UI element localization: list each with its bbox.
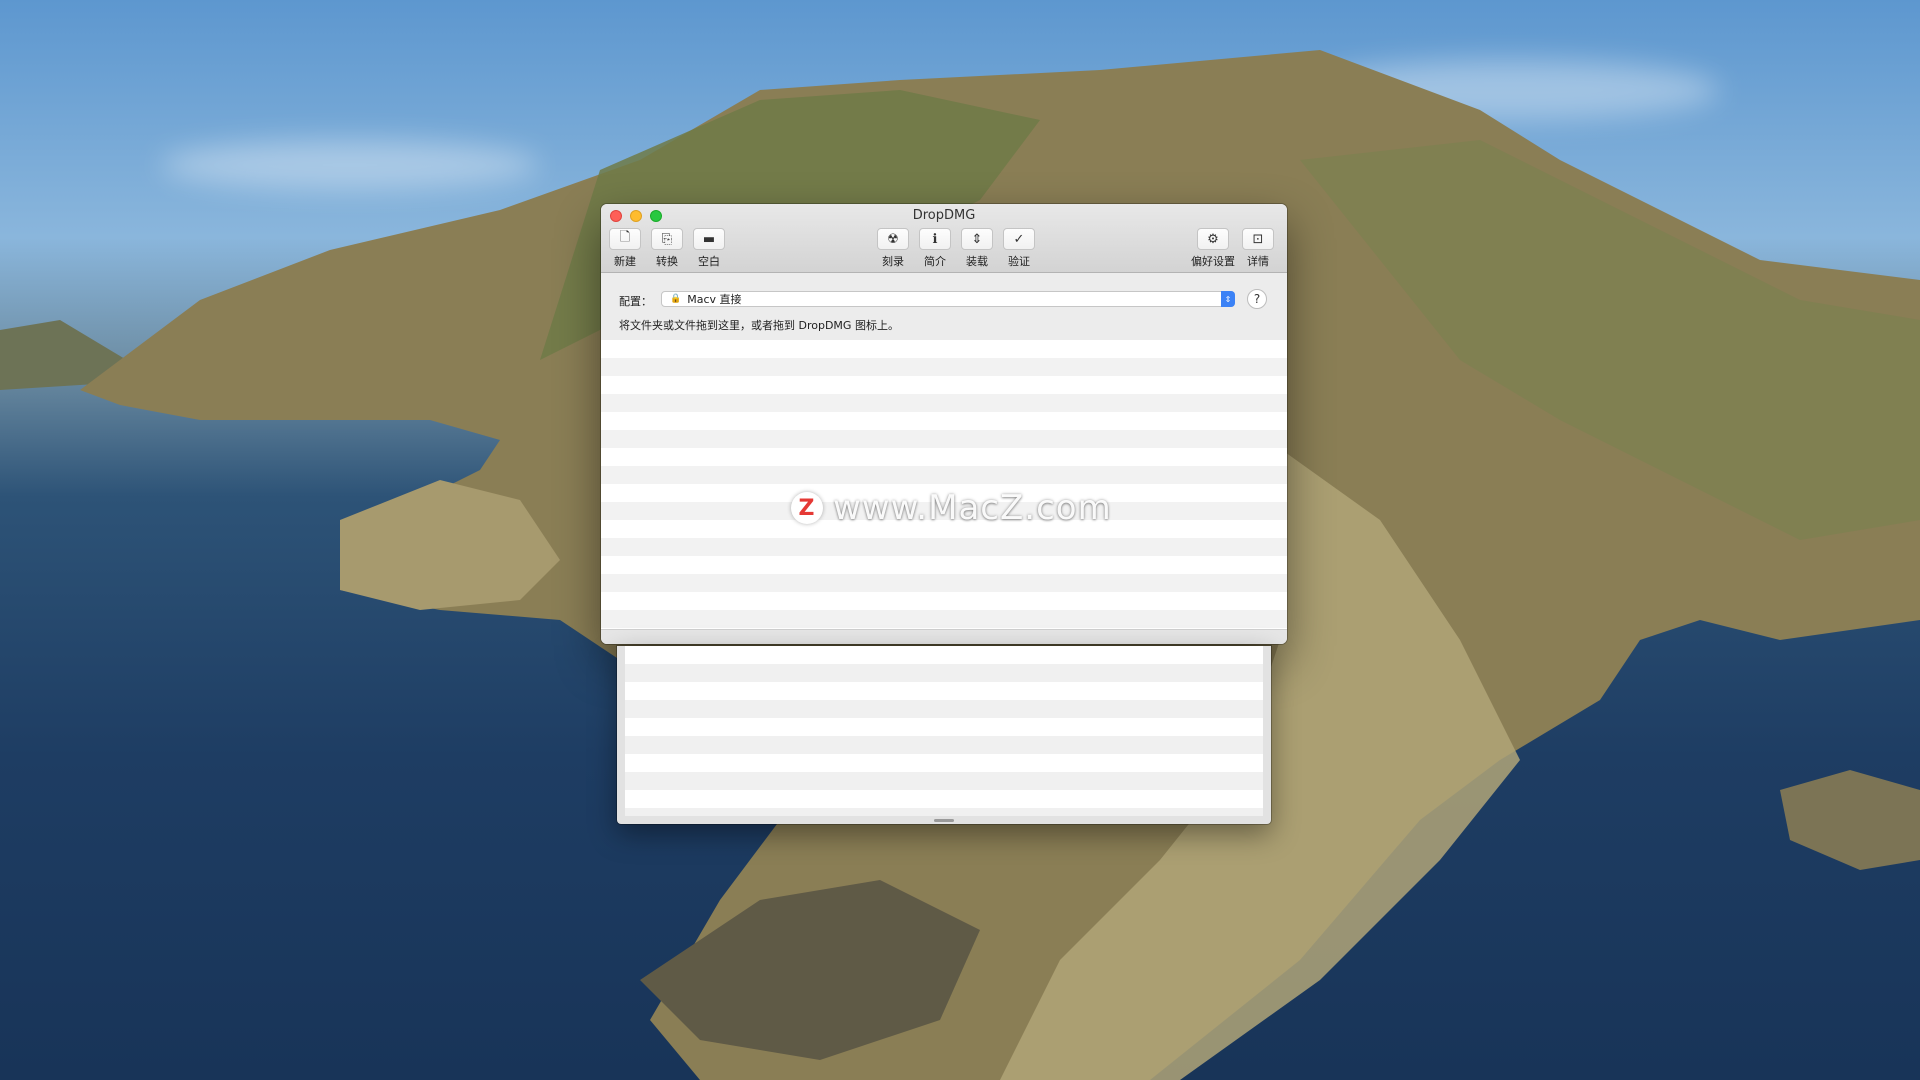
toolbar-label: 偏好设置 [1191,255,1235,268]
toolbar-label: 转换 [656,255,678,268]
toolbar-right-group: ⚙ 偏好设置 ⊡ 详情 [1191,228,1275,269]
watermark: Z www.MacZ.com [791,488,1112,528]
convert-document-icon[interactable]: ⎘ [651,228,683,250]
toolbar-item-verify[interactable]: ✓ 验证 [1002,228,1036,269]
toolbar-label: 刻录 [882,255,904,268]
mount-icon[interactable]: ⇕ [961,228,993,250]
config-label: 配置： [619,295,652,308]
watermark-logo-icon: Z [791,492,823,524]
toolbar-label: 空白 [698,255,720,268]
watermark-text: www.MacZ.com [833,488,1112,528]
toolbar-item-convert[interactable]: ⎘ 转换 [650,228,684,269]
toolbar-item-info[interactable]: ℹ 简介 [918,228,952,269]
gear-icon[interactable]: ⚙ [1197,228,1229,250]
window-bottom-bar [601,629,1287,644]
resize-grip-icon[interactable] [934,819,954,822]
toolbar-label: 详情 [1247,255,1269,268]
toolbar-label: 装载 [966,255,988,268]
details-icon[interactable]: ⊡ [1242,228,1274,250]
new-document-icon[interactable]: 🗋 [609,228,641,250]
toolbar-label: 新建 [614,255,636,268]
toolbar-item-burn[interactable]: ☢ 刻录 [876,228,910,269]
toolbar-item-mount[interactable]: ⇕ 装载 [960,228,994,269]
attached-sheet [617,646,1271,824]
drop-target-list[interactable]: Z www.MacZ.com [601,340,1287,630]
checkmark-icon[interactable]: ✓ [1003,228,1035,250]
lock-icon: 🔒 [670,294,682,304]
config-area: 配置： 🔒 Macv 直接 ⇕ ? 将文件夹或文件拖到这里，或者拖到 DropD… [601,273,1287,341]
toolbar-item-preferences[interactable]: ⚙ 偏好设置 [1191,228,1235,269]
toolbar-center-group: ☢ 刻录 ℹ 简介 ⇕ 装载 ✓ 验证 [876,228,1036,269]
drop-hint-text: 将文件夹或文件拖到这里，或者拖到 DropDMG 图标上。 [619,319,899,332]
toolbar-label: 简介 [924,255,946,268]
info-icon[interactable]: ℹ [919,228,951,250]
dropdmg-window: DropDMG 🗋 新建 ⎘ 转换 ▬ 空白 ☢ 刻录 ℹ 简介 ⇕ 装载 ✓ … [601,204,1287,644]
toolbar-item-new[interactable]: 🗋 新建 [608,228,642,269]
window-title: DropDMG [912,208,976,223]
help-button[interactable]: ? [1247,289,1267,309]
toolbar-left-group: 🗋 新建 ⎘ 转换 ▬ 空白 [608,228,726,269]
window-titlebar[interactable]: DropDMG 🗋 新建 ⎘ 转换 ▬ 空白 ☢ 刻录 ℹ 简介 ⇕ 装载 ✓ … [601,204,1287,273]
config-selected-value: Macv 直接 [687,293,742,306]
blank-disk-icon[interactable]: ▬ [693,228,725,250]
config-popup-button[interactable]: 🔒 Macv 直接 ⇕ [661,291,1235,307]
chevron-updown-icon: ⇕ [1221,291,1235,307]
toolbar-item-details[interactable]: ⊡ 详情 [1241,228,1275,269]
toolbar-item-blank[interactable]: ▬ 空白 [692,228,726,269]
sheet-list[interactable] [625,646,1263,816]
burn-icon[interactable]: ☢ [877,228,909,250]
toolbar-label: 验证 [1008,255,1030,268]
